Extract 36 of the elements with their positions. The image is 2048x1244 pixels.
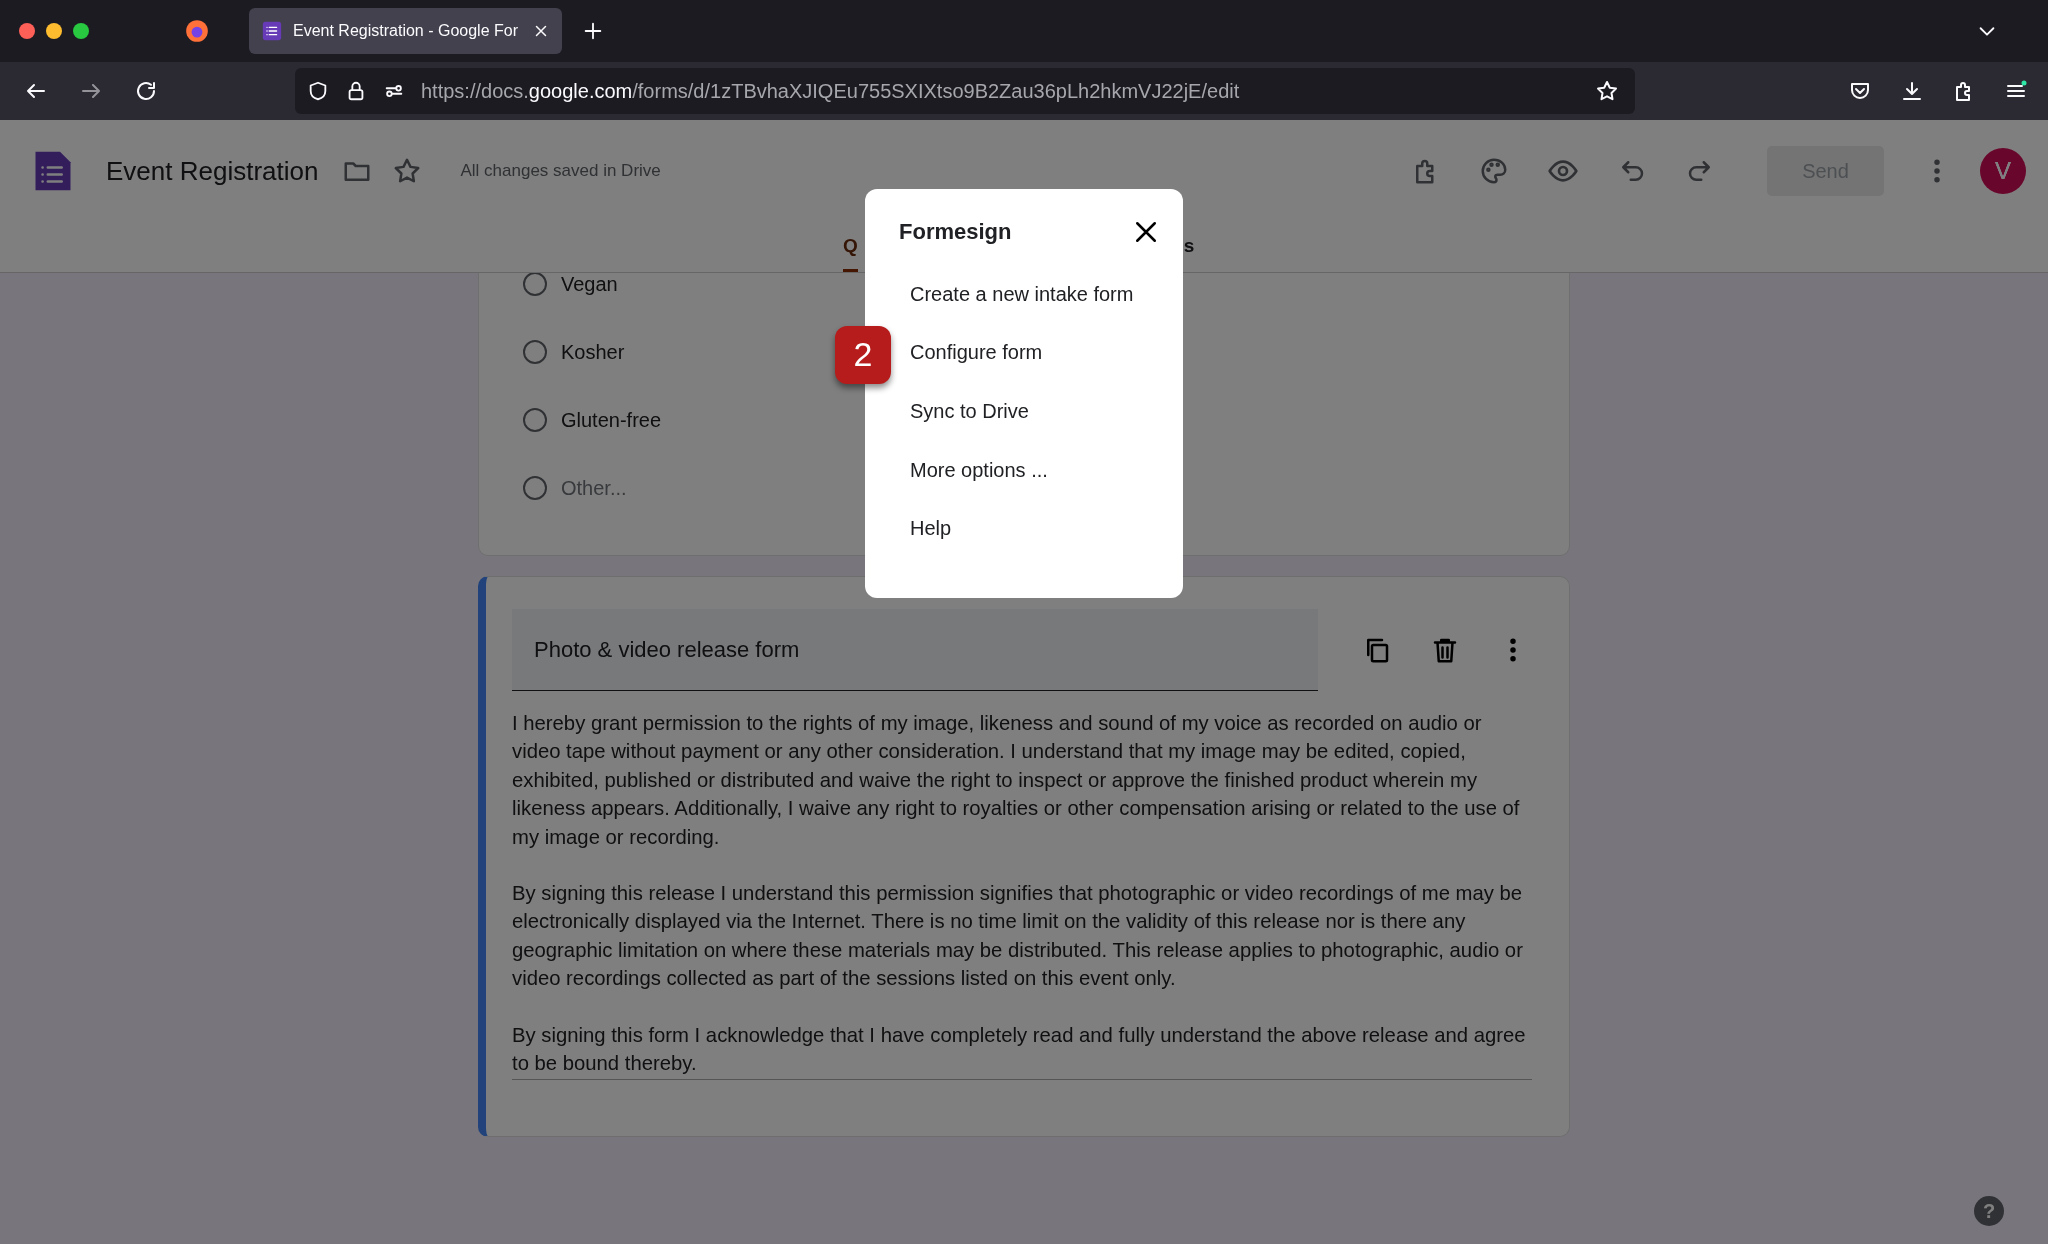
radio-button[interactable]: [523, 273, 547, 296]
option-label: Gluten-free: [561, 408, 662, 432]
save-status: All changes saved in Drive: [460, 161, 661, 181]
address-bar[interactable]: https://docs.google.com/forms/d/1zTBvhaXJIQEu755SXIXtso9B2Zau36pLh2hkmVJ22jE/edit: [295, 68, 1635, 114]
url-text: https://docs.google.com/forms/d/1zTBvhaXJIQEu755SXIXtso9B2Zau36pLh2hkmVJ22jE/edit: [421, 79, 1241, 103]
window-control-icon[interactable]: [46, 23, 62, 39]
menu-item[interactable]: Help: [899, 517, 952, 541]
menu-item[interactable]: Sync to Drive: [899, 400, 1029, 423]
description-paragraph: By signing this release I understand this permission signifies that photographic or video recordings of me may be electronically displayed via the Internet. There is no time limit on the validity of this release nor is there any geographic limitation on where these materials may be distributed. This release applies to photographic, audio or video recordings collected as part of the sessions listed on this event only.: [512, 881, 1524, 992]
shield-icon: [307, 80, 329, 102]
radio-button[interactable]: [523, 476, 547, 500]
window-control-icon[interactable]: [73, 23, 89, 39]
plus-icon[interactable]: [582, 20, 604, 42]
browser-logo-icon: [184, 18, 210, 44]
download-icon[interactable]: [1900, 79, 1924, 103]
other-option: Other...: [561, 476, 627, 500]
description-paragraph: By signing this form I acknowledge that I have completely read and fully understand the above release and agree to be bound thereby.: [512, 1022, 1527, 1077]
window-control-icon[interactable]: [19, 23, 35, 39]
menu-item[interactable]: Create a new intake form: [899, 282, 1134, 306]
palette-icon[interactable]: [1479, 156, 1509, 186]
form-title[interactable]: Event Registration: [106, 155, 319, 187]
title-field[interactable]: Photo & video release form: [512, 609, 1318, 691]
radio-button[interactable]: [523, 408, 547, 432]
tab-title: Event Registration - Google For: [293, 22, 519, 40]
browser-tab[interactable]: Event Registration - Google For: [249, 8, 562, 54]
star-icon[interactable]: [1595, 79, 1619, 103]
option-label: Vegan: [561, 273, 618, 296]
menu-item[interactable]: Configure form: [899, 341, 1043, 365]
menu-item[interactable]: More options ...: [899, 458, 1048, 482]
step-badge: 2: [835, 325, 891, 384]
option-label: Kosher: [561, 340, 625, 364]
forms-icon: [261, 20, 283, 42]
form-tab[interactable]: s: [1183, 235, 1195, 272]
menu-title: Formesign: [899, 219, 1012, 245]
description-paragraph: I hereby grant permission to the rights of my image, likeness and sound of my voice as recorded on audio or video tape without payment or any other consideration. I understand that my image may be edited, copied, exhibited, published or distributed and waive the right to inspect or approve the finished product wherein my likeness appears. Additionally, I waive any right to royalties or other compensation arising or related to the use of my image or recording.: [512, 711, 1521, 850]
radio-button[interactable]: [523, 340, 547, 364]
